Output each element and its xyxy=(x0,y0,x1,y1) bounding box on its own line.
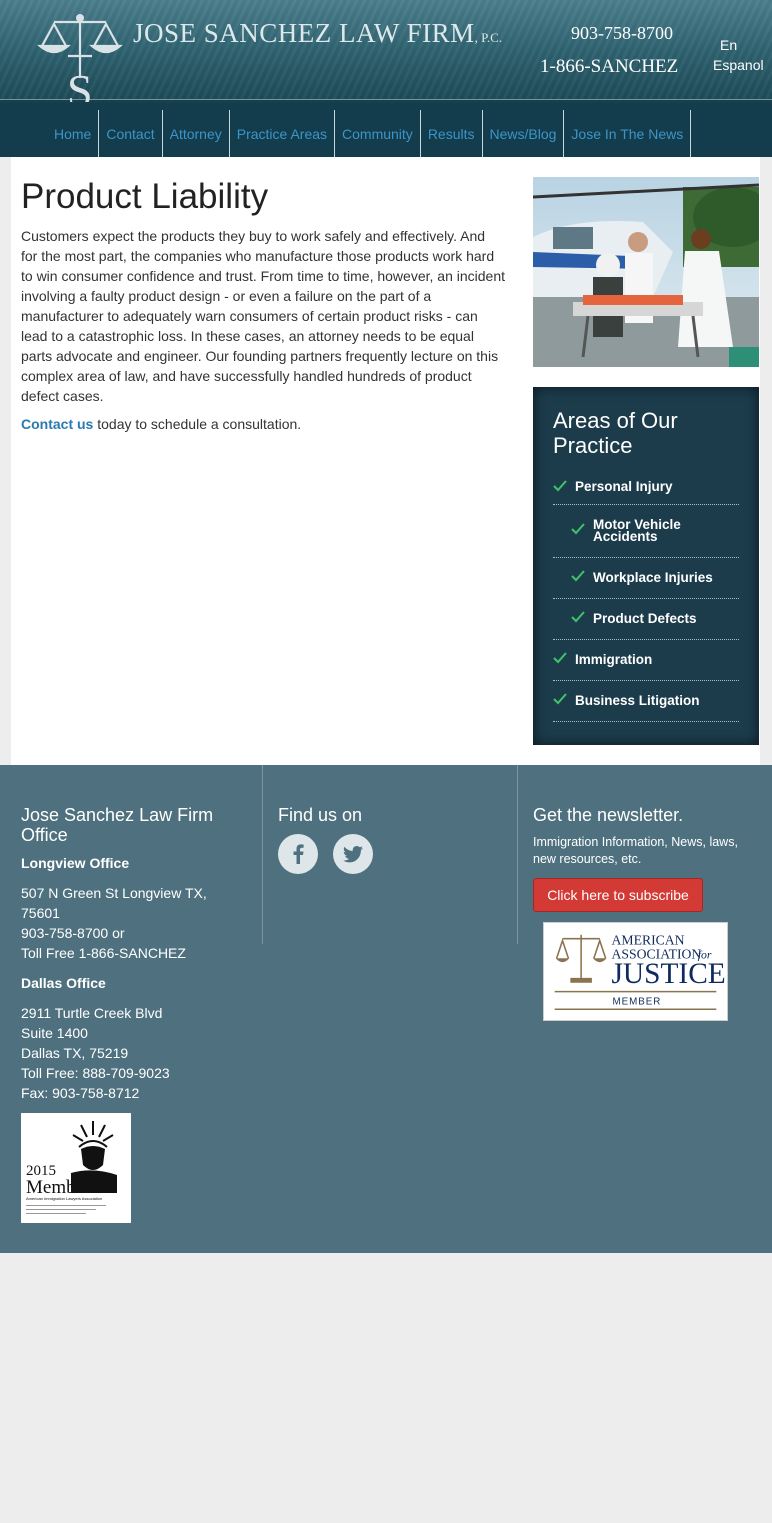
subscribe-button[interactable]: Click here to subscribe xyxy=(533,878,703,912)
nav-contact[interactable]: Contact xyxy=(99,110,163,157)
phone-toll-free[interactable]: 1-866-SANCHEZ xyxy=(540,56,678,78)
firm-name[interactable]: JOSE SANCHEZ LAW FIRM, P.C. xyxy=(133,18,502,49)
checkmark-icon xyxy=(571,523,585,535)
practice-area-label: Product Defects xyxy=(593,611,697,626)
checkmark-icon xyxy=(571,611,585,623)
practice-area-immigration[interactable]: Immigration xyxy=(553,640,739,681)
practice-areas-panel: Areas of Our Practice Personal Injury Mo… xyxy=(533,387,759,745)
dallas-street: 2911 Turtle Creek Blvd xyxy=(21,1005,163,1021)
office-heading: Jose Sanchez Law Firm Office xyxy=(21,805,214,845)
phone-primary[interactable]: 903-758-8700 xyxy=(571,23,673,44)
hero-image-medical-helicopter xyxy=(533,177,759,367)
practice-area-label: Immigration xyxy=(575,652,653,667)
find-us-heading: Find us on xyxy=(278,805,363,825)
aila-2015-member-badge[interactable]: 2015 Member American Immigration Lawyers… xyxy=(21,1113,131,1223)
longview-office-label: Longview Office xyxy=(21,855,130,871)
practice-areas-list: Personal Injury Motor Vehicle Accidents … xyxy=(553,471,739,722)
language-english-link[interactable]: En xyxy=(720,37,737,53)
main-nav: Home Contact Attorney Practice Areas Com… xyxy=(0,103,772,157)
aaj-member: MEMBER xyxy=(612,996,661,1007)
practice-area-label: Business Litigation xyxy=(575,693,700,708)
practice-area-business-litigation[interactable]: Business Litigation xyxy=(553,681,739,722)
dallas-suite: Suite 1400 xyxy=(21,1025,88,1041)
facebook-button[interactable] xyxy=(278,834,318,874)
aila-org: American Immigration Lawyers Association xyxy=(26,1196,102,1201)
main-content: Product Liability Customers expect the p… xyxy=(11,157,760,765)
checkmark-icon xyxy=(553,693,567,705)
aaj-line1: AMERICAN xyxy=(611,933,684,948)
nav-menu: Home Contact Attorney Practice Areas Com… xyxy=(47,110,692,157)
nav-jose-in-the-news[interactable]: Jose In The News xyxy=(564,110,692,157)
checkmark-icon xyxy=(571,570,585,582)
dallas-city: Dallas TX, 75219 xyxy=(21,1045,129,1061)
contact-us-link[interactable]: Contact us xyxy=(21,416,93,432)
language-spanish-link[interactable]: Espanol xyxy=(713,57,764,73)
scales-of-justice-logo-icon[interactable]: S xyxy=(34,12,126,102)
longview-phone[interactable]: 903-758-8700 or xyxy=(21,923,241,943)
practice-area-workplace-injuries[interactable]: Workplace Injuries xyxy=(553,558,739,599)
facebook-icon xyxy=(293,844,304,864)
practice-areas-title: Areas of Our Practice xyxy=(553,408,678,458)
aaj-member-badge[interactable]: AMERICAN ASSOCIATION for JUSTICE MEMBER xyxy=(543,922,728,1021)
site-header: S JOSE SANCHEZ LAW FIRM, P.C. 903-758-87… xyxy=(0,0,772,102)
nav-news-blog[interactable]: News/Blog xyxy=(483,110,565,157)
footer-divider xyxy=(262,765,263,944)
aaj-line3: JUSTICE xyxy=(611,958,725,990)
practice-area-motor-vehicle-accidents[interactable]: Motor Vehicle Accidents xyxy=(553,505,739,558)
firm-name-text: JOSE SANCHEZ LAW FIRM xyxy=(133,18,475,48)
footer-divider xyxy=(517,765,518,944)
longview-toll-free[interactable]: Toll Free 1-866-SANCHEZ xyxy=(21,943,241,963)
contact-cta-text: today to schedule a consultation. xyxy=(93,416,302,432)
nav-home[interactable]: Home xyxy=(47,110,100,157)
aila-member: Member xyxy=(26,1177,91,1198)
longview-address: 507 N Green St Longview TX, 75601 xyxy=(21,885,207,921)
practice-area-label: Workplace Injuries xyxy=(593,570,713,585)
site-footer: Jose Sanchez Law Firm Office Longview Of… xyxy=(0,765,772,1253)
checkmark-icon xyxy=(553,479,567,491)
dallas-fax: Fax: 903-758-8712 xyxy=(21,1085,140,1101)
practice-area-label: Personal Injury xyxy=(575,478,673,494)
checkmark-icon xyxy=(553,652,567,664)
nav-community[interactable]: Community xyxy=(335,110,421,157)
twitter-button[interactable] xyxy=(333,834,373,874)
newsletter-heading: Get the newsletter. xyxy=(533,805,684,825)
dallas-office-label: Dallas Office xyxy=(21,975,106,991)
practice-area-product-defects[interactable]: Product Defects xyxy=(553,599,739,640)
logo-letter: S xyxy=(67,65,93,102)
twitter-icon xyxy=(343,845,363,862)
firm-suffix: , P.C. xyxy=(474,30,503,45)
article-body: Customers expect the products they buy t… xyxy=(21,228,506,404)
newsletter-description: Immigration Information, News, laws, new… xyxy=(533,835,738,866)
dallas-toll-free[interactable]: Toll Free: 888-709-9023 xyxy=(21,1063,241,1083)
nav-attorney[interactable]: Attorney xyxy=(163,110,230,157)
practice-area-personal-injury[interactable]: Personal Injury xyxy=(553,471,739,505)
contact-cta: Contact us today to schedule a consultat… xyxy=(21,416,301,432)
nav-practice-areas[interactable]: Practice Areas xyxy=(230,110,336,157)
nav-results[interactable]: Results xyxy=(421,110,483,157)
page-title: Product Liability xyxy=(21,177,269,216)
practice-area-label: Motor Vehicle Accidents xyxy=(593,516,681,544)
